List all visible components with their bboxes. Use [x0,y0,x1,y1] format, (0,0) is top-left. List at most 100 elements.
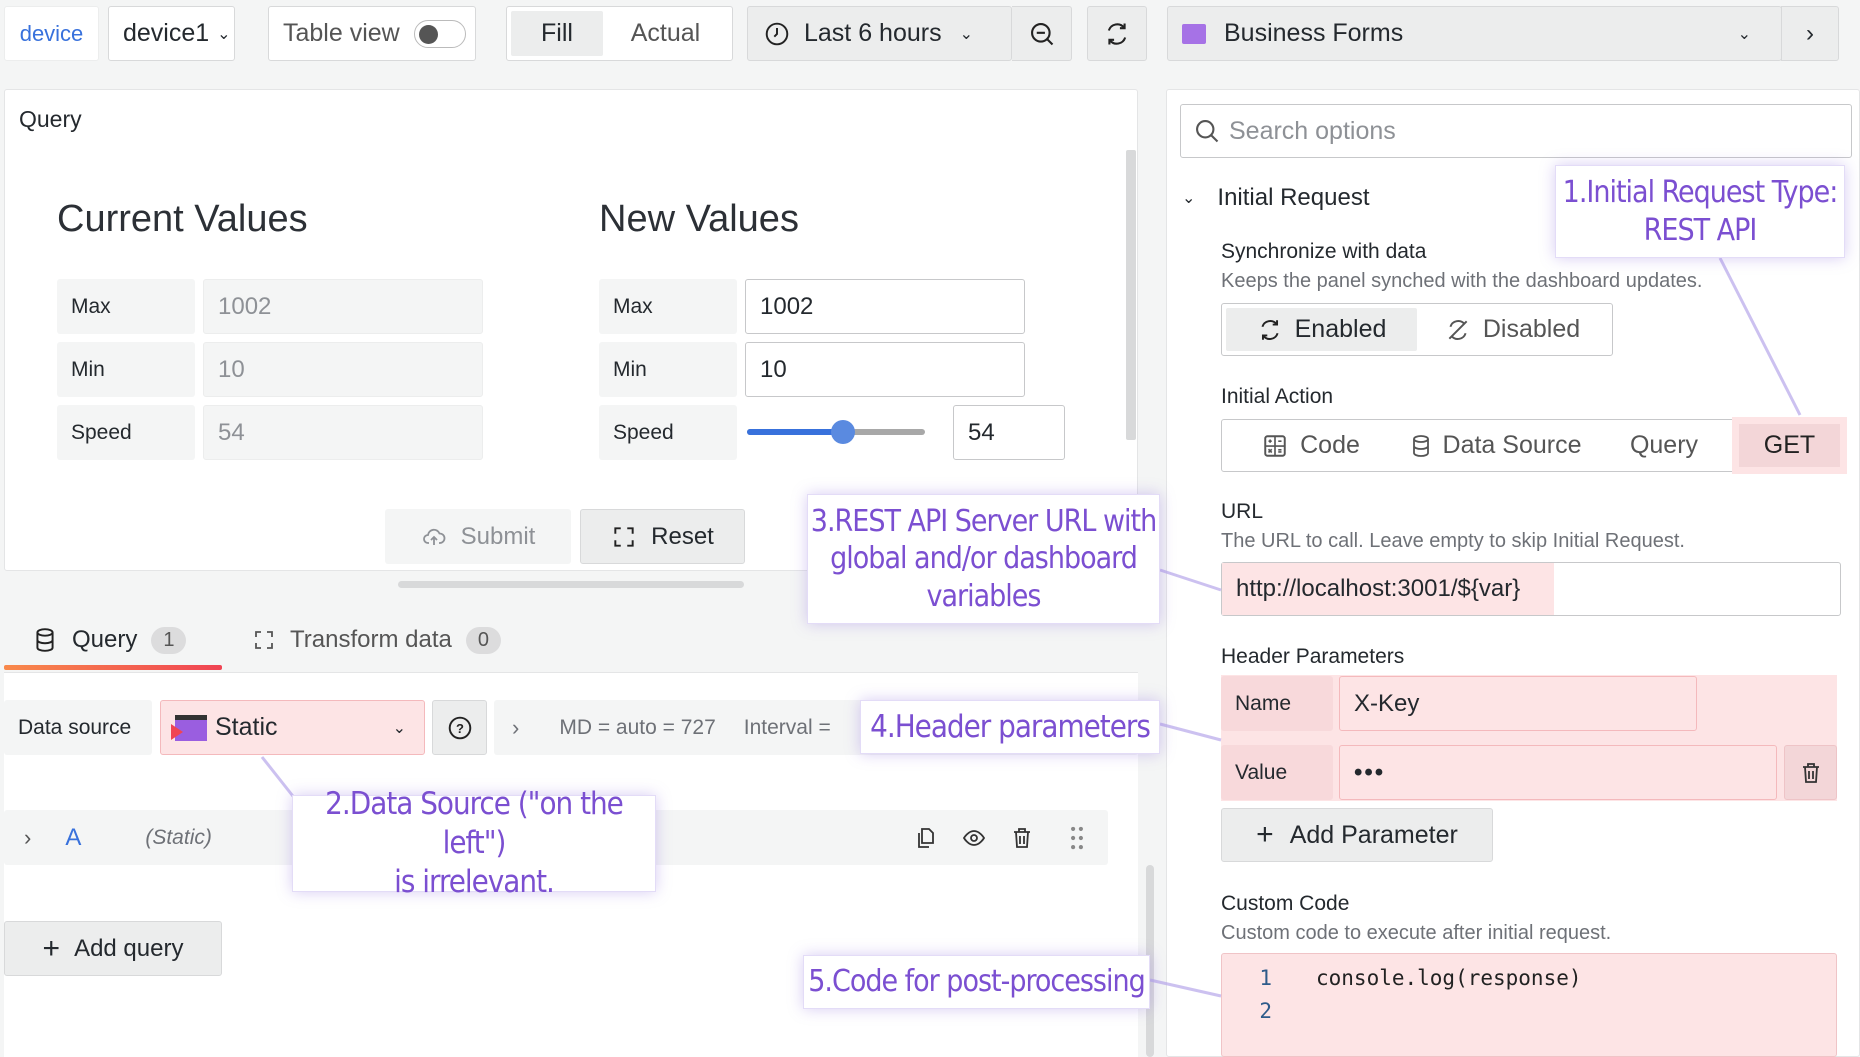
toggle-visibility-icon[interactable] [961,826,987,850]
value-text: 1002 [218,292,272,320]
panel-title: Query [19,106,82,132]
duplicate-query-icon[interactable] [914,826,938,850]
search-options-input[interactable]: Search options [1180,104,1852,158]
sync-disabled-option[interactable]: Disabled [1417,308,1608,351]
annotation-line: 4.Header parameters [870,708,1151,745]
action-query-option[interactable]: Query [1596,424,1732,467]
tab-count-badge: 0 [465,626,501,654]
datasource-value: Static [215,713,278,741]
option-label: Disabled [1482,315,1581,343]
custom-code-editor[interactable]: 1 console.log(response) 2 [1221,953,1837,1057]
calculator-icon [1262,433,1288,459]
tab-active-underline [4,665,222,670]
url-value: http://localhost:3001/${var} [1236,575,1521,602]
annotation-line: REST API [1643,212,1758,248]
reset-button[interactable]: Reset [580,509,745,564]
panel-scrollbar[interactable] [1126,150,1136,440]
delete-query-icon[interactable] [1010,825,1034,851]
datasource-picker[interactable]: Static ⌄ [160,700,425,755]
chevron-down-icon: ⌄ [1737,25,1751,43]
plugin-name: Business Forms [1224,19,1404,47]
tab-label: Transform data [290,626,452,653]
fill-actual-toggle: Fill Actual [506,6,733,61]
plus-icon: + [1256,818,1274,851]
refresh-button[interactable] [1087,6,1147,61]
code-line: 2 [1222,999,1316,1023]
line-number: 1 [1259,966,1272,990]
database-icon [1411,434,1431,458]
search-placeholder: Search options [1229,116,1396,145]
help-icon: ? [447,715,473,741]
input-value: 10 [760,355,787,383]
header-name-input[interactable]: X-Key [1339,676,1697,731]
business-forms-icon [1182,23,1206,44]
new-max-input[interactable]: 1002 [745,279,1025,334]
add-query-label: Add query [74,934,184,962]
fill-button[interactable]: Fill [511,11,603,56]
action-code-option[interactable]: Code [1226,424,1396,467]
submit-button[interactable]: Submit [385,509,571,564]
sync-off-icon [1445,317,1471,343]
svg-text:?: ? [456,720,464,735]
tab-query[interactable]: Query 1 [34,620,187,660]
annotation-line: variables [926,578,1042,614]
new-speed-input[interactable]: 54 [953,405,1065,460]
database-icon [34,627,56,653]
datasource-help-button[interactable]: ? [432,700,487,755]
current-speed-label: Speed [57,405,195,460]
current-speed-value: 54 [203,405,483,460]
action-datasource-option[interactable]: Data Source [1396,424,1596,467]
variable-select[interactable]: device1 ⌄ [108,6,235,61]
header-value-input[interactable]: ••• [1339,745,1777,800]
action-get-option[interactable]: GET [1732,417,1847,474]
current-min-label: Min [57,342,195,397]
drag-handle-icon[interactable] [1070,825,1084,851]
panel-resize-handle[interactable] [398,581,744,588]
visualization-picker[interactable]: Business Forms ⌄ [1167,6,1782,61]
query-ref-id[interactable]: A [65,824,81,852]
time-range-picker[interactable]: Last 6 hours ⌄ [747,6,1012,61]
delete-header-button[interactable] [1784,745,1837,800]
section-initial-request[interactable]: ⌄ Initial Request [1182,180,1370,216]
input-value: 1002 [760,292,814,320]
header-parameters-title: Header Parameters [1221,645,1405,668]
add-query-button[interactable]: + Add query [4,921,222,976]
chevron-right-icon: › [1806,19,1814,47]
chevron-down-icon: ⌄ [1182,190,1196,207]
tab-transform-data[interactable]: Transform data 0 [252,620,501,660]
url-input[interactable]: http://localhost:3001/${var} [1221,562,1841,616]
value-text: 54 [218,418,245,446]
new-min-input[interactable]: 10 [745,342,1025,397]
toggle-switch[interactable] [413,19,466,48]
sync-enabled-option[interactable]: Enabled [1226,308,1417,351]
actual-button[interactable]: Actual [603,11,728,56]
speed-slider[interactable] [747,420,925,444]
annotation-datasource: 2.Data Source ("on the left") is irrelev… [292,786,656,900]
table-view-toggle[interactable]: Table view [268,6,476,61]
max-data-points-text: MD = auto = 727 [559,715,716,739]
reset-label: Reset [651,522,714,550]
input-value: X-Key [1354,689,1420,717]
datasource-label-text: Data source [18,715,132,739]
label-text: Max [71,294,111,318]
new-values-heading: New Values [599,198,799,240]
fill-label: Fill [541,19,573,47]
collapse-options-button[interactable]: › [1781,6,1839,61]
chevron-right-icon[interactable]: › [24,825,31,851]
header-value-label: Value [1221,745,1333,800]
new-speed-label: Speed [599,405,737,460]
add-parameter-button[interactable]: + Add Parameter [1221,808,1493,862]
interval-text: Interval = [743,715,831,739]
static-datasource-icon [171,714,207,741]
option-label: Data Source [1442,431,1582,459]
tab-label: Query [72,626,138,653]
tab-count-badge: 1 [151,626,187,654]
table-view-label: Table view [283,19,400,47]
option-label: Query [1629,431,1699,459]
slider-handle[interactable] [831,420,856,444]
zoom-out-button[interactable] [1012,6,1072,61]
code-line: 1 console.log(response) [1222,966,1581,990]
new-min-label: Min [599,342,737,397]
label-text: Max [613,294,653,318]
reset-icon [611,524,637,550]
